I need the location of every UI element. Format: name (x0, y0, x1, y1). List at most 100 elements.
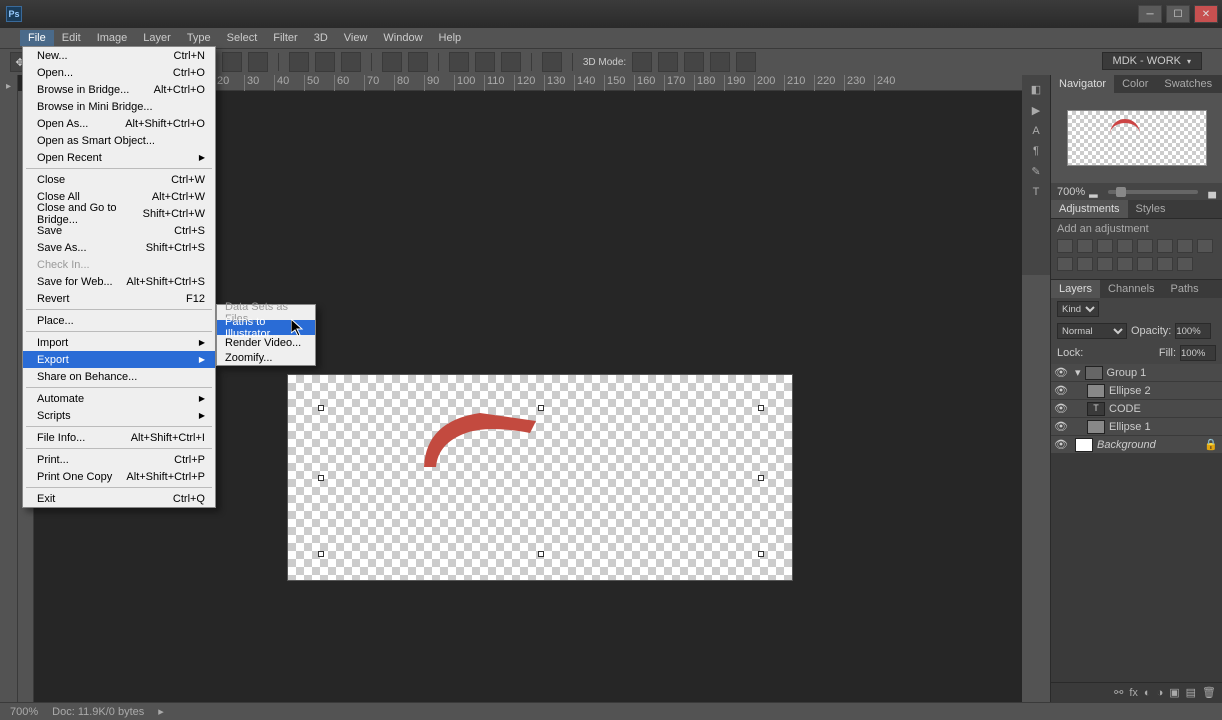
visibility-eye-icon[interactable]: 👁 (1055, 367, 1067, 379)
file-menu-file-info-[interactable]: File Info...Alt+Shift+Ctrl+I (23, 429, 215, 446)
layer-row[interactable]: 👁▾Group 1 (1051, 364, 1222, 382)
zoom-out-icon[interactable]: ▂ (1089, 185, 1097, 198)
history-icon[interactable]: ▶ (1032, 104, 1040, 117)
auto-align-icon[interactable] (449, 52, 469, 72)
file-menu-browse-in-mini-bridge-[interactable]: Browse in Mini Bridge... (23, 98, 215, 115)
file-menu-close-and-go-to-bridge-[interactable]: Close and Go to Bridge...Shift+Ctrl+W (23, 205, 215, 222)
opacity-input[interactable] (1175, 323, 1211, 339)
file-menu-open-as-[interactable]: Open As...Alt+Shift+Ctrl+O (23, 115, 215, 132)
status-doc-size[interactable]: Doc: 11.9K/0 bytes (52, 706, 144, 718)
layer-row[interactable]: 👁TCODE (1051, 400, 1222, 418)
channel-mixer-icon[interactable] (1057, 257, 1073, 271)
tab-adjustments[interactable]: Adjustments (1051, 200, 1128, 218)
file-menu-browse-in-bridge-[interactable]: Browse in Bridge...Alt+Ctrl+O (23, 81, 215, 98)
visibility-eye-icon[interactable]: 👁 (1055, 385, 1067, 397)
file-menu-open-recent[interactable]: Open Recent▶ (23, 149, 215, 166)
fill-input[interactable] (1180, 345, 1216, 361)
file-menu-save-for-web-[interactable]: Save for Web...Alt+Shift+Ctrl+S (23, 273, 215, 290)
3d-icon[interactable] (542, 52, 562, 72)
visibility-eye-icon[interactable]: 👁 (1055, 439, 1067, 451)
file-menu-exit[interactable]: ExitCtrl+Q (23, 490, 215, 507)
filter-adjust-icon[interactable] (1121, 302, 1135, 316)
layer-filter-kind[interactable]: Kind (1057, 301, 1099, 317)
character-icon[interactable]: A (1032, 125, 1039, 137)
lock-position-icon[interactable] (1119, 347, 1131, 359)
selective-color-icon[interactable] (1177, 257, 1193, 271)
3d-slide-icon[interactable] (710, 52, 730, 72)
align-right-icon[interactable] (248, 52, 268, 72)
distribute-spacing-v-icon[interactable] (501, 52, 521, 72)
visibility-eye-icon[interactable]: 👁 (1055, 421, 1067, 433)
export-submenu-zoomify-[interactable]: Zoomify... (217, 350, 315, 365)
tab-navigator[interactable]: Navigator (1051, 75, 1114, 93)
distribute-v-icon[interactable] (408, 52, 428, 72)
group-toggle-icon[interactable]: ▾ (1075, 366, 1081, 379)
layer-row[interactable]: 👁Background🔒 (1051, 436, 1222, 454)
hue-icon[interactable] (1157, 239, 1173, 253)
filter-smart-icon[interactable] (1175, 302, 1189, 316)
filter-pixel-icon[interactable] (1103, 302, 1117, 316)
visibility-eye-icon[interactable]: 👁 (1055, 403, 1067, 415)
link-layers-icon[interactable]: ⚯ (1114, 686, 1123, 699)
menu-type[interactable]: Type (179, 30, 219, 46)
menu-help[interactable]: Help (431, 30, 470, 46)
align-center-h-icon[interactable] (222, 52, 242, 72)
file-menu-open-as-smart-object-[interactable]: Open as Smart Object... (23, 132, 215, 149)
paragraph-icon[interactable]: ¶ (1033, 145, 1039, 157)
document-canvas[interactable] (288, 375, 792, 580)
filter-shape-icon[interactable] (1157, 302, 1171, 316)
file-menu-revert[interactable]: RevertF12 (23, 290, 215, 307)
navigator-preview[interactable] (1051, 93, 1222, 183)
align-bottom-icon[interactable] (341, 52, 361, 72)
lut-icon[interactable] (1077, 257, 1093, 271)
levels-icon[interactable] (1077, 239, 1093, 253)
menu-select[interactable]: Select (219, 30, 266, 46)
layer-list[interactable]: 👁▾Group 1👁Ellipse 2👁TCODE👁Ellipse 1👁Back… (1051, 364, 1222, 682)
menu-image[interactable]: Image (89, 30, 136, 46)
distribute-h-icon[interactable] (382, 52, 402, 72)
expand-tools-icon[interactable]: ▸ (2, 79, 16, 93)
menu-3d[interactable]: 3D (306, 30, 336, 46)
3d-drag-icon[interactable] (684, 52, 704, 72)
file-menu-scripts[interactable]: Scripts▶ (23, 407, 215, 424)
delete-layer-icon[interactable]: 🗑 (1202, 686, 1216, 699)
3d-rotate-icon[interactable] (632, 52, 652, 72)
zoom-in-icon[interactable]: ▄ (1208, 186, 1216, 198)
file-menu-share-on-behance-[interactable]: Share on Behance... (23, 368, 215, 385)
file-menu-open-[interactable]: Open...Ctrl+O (23, 64, 215, 81)
export-submenu[interactable]: Data Sets as Files...Paths to Illustrato… (216, 304, 316, 366)
file-menu-new-[interactable]: New...Ctrl+N (23, 47, 215, 64)
tab-layers[interactable]: Layers (1051, 280, 1100, 298)
file-menu-save-as-[interactable]: Save As...Shift+Ctrl+S (23, 239, 215, 256)
tab-swatches[interactable]: Swatches (1156, 75, 1220, 93)
tab-channels[interactable]: Channels (1100, 280, 1162, 298)
close-button[interactable]: ✕ (1194, 5, 1218, 23)
file-menu-import[interactable]: Import▶ (23, 334, 215, 351)
menu-window[interactable]: Window (375, 30, 430, 46)
3d-roll-icon[interactable] (658, 52, 678, 72)
gradient-map-icon[interactable] (1157, 257, 1173, 271)
mask-icon[interactable]: ◐ (1144, 687, 1151, 699)
bw-icon[interactable] (1177, 239, 1193, 253)
exposure-icon[interactable] (1117, 239, 1133, 253)
file-menu-place-[interactable]: Place... (23, 312, 215, 329)
menu-edit[interactable]: Edit (54, 30, 89, 46)
layer-row[interactable]: 👁Ellipse 1 (1051, 418, 1222, 436)
lock-pixels-icon[interactable] (1103, 347, 1115, 359)
properties-icon[interactable]: ◧ (1031, 83, 1041, 96)
brush-icon[interactable]: ✎ (1031, 165, 1040, 178)
type-icon[interactable]: T (1033, 186, 1040, 198)
export-submenu-paths-to-illustrator-[interactable]: Paths to Illustrator... (217, 320, 315, 335)
zoom-slider[interactable] (1108, 190, 1199, 194)
invert-icon[interactable] (1097, 257, 1113, 271)
fx-icon[interactable]: fx (1129, 687, 1138, 699)
blend-mode-select[interactable]: Normal (1057, 323, 1127, 339)
align-top-icon[interactable] (289, 52, 309, 72)
tab-styles[interactable]: Styles (1128, 200, 1174, 218)
new-fill-icon[interactable]: ◑ (1157, 687, 1164, 699)
lock-transparent-icon[interactable] (1087, 347, 1099, 359)
distribute-spacing-h-icon[interactable] (475, 52, 495, 72)
tab-color[interactable]: Color (1114, 75, 1156, 93)
status-arrow-icon[interactable]: ▸ (158, 705, 164, 718)
minimize-button[interactable]: ─ (1138, 5, 1162, 23)
